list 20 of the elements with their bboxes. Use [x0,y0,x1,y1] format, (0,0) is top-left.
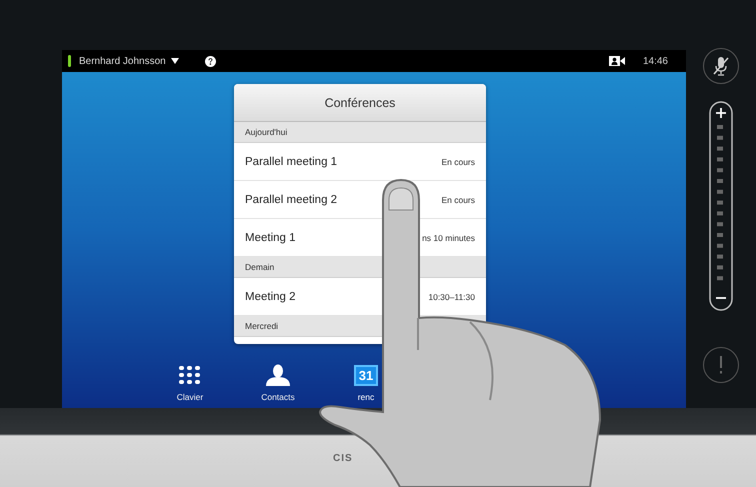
dock-item[interactable]: Contacts [261,352,295,408]
mute-button[interactable] [703,48,739,84]
dock-item[interactable]: 31 renc [354,352,378,408]
clock-time: 14:46 [642,56,668,66]
microphone-icon [712,56,730,76]
volume-scale-drawing[interactable] [709,101,733,311]
help-icon[interactable] [204,56,216,66]
exclamation-icon [719,356,723,374]
user-menu[interactable]: Bernhard Johnsson [79,56,179,66]
keypad-icon [178,366,201,384]
presence-indicator [68,55,71,67]
section-header: Aujourd'hui [234,122,486,143]
caret-icon [170,58,179,64]
logo-text: CIS [333,453,353,464]
calendar-icon: 31 [354,364,378,386]
person-icon [264,364,291,386]
dialog-title: Conférences [234,84,486,122]
alert-button[interactable] [703,347,739,383]
video-camera-icon[interactable] [608,56,625,66]
dock-item[interactable]: Clavier [176,352,204,408]
